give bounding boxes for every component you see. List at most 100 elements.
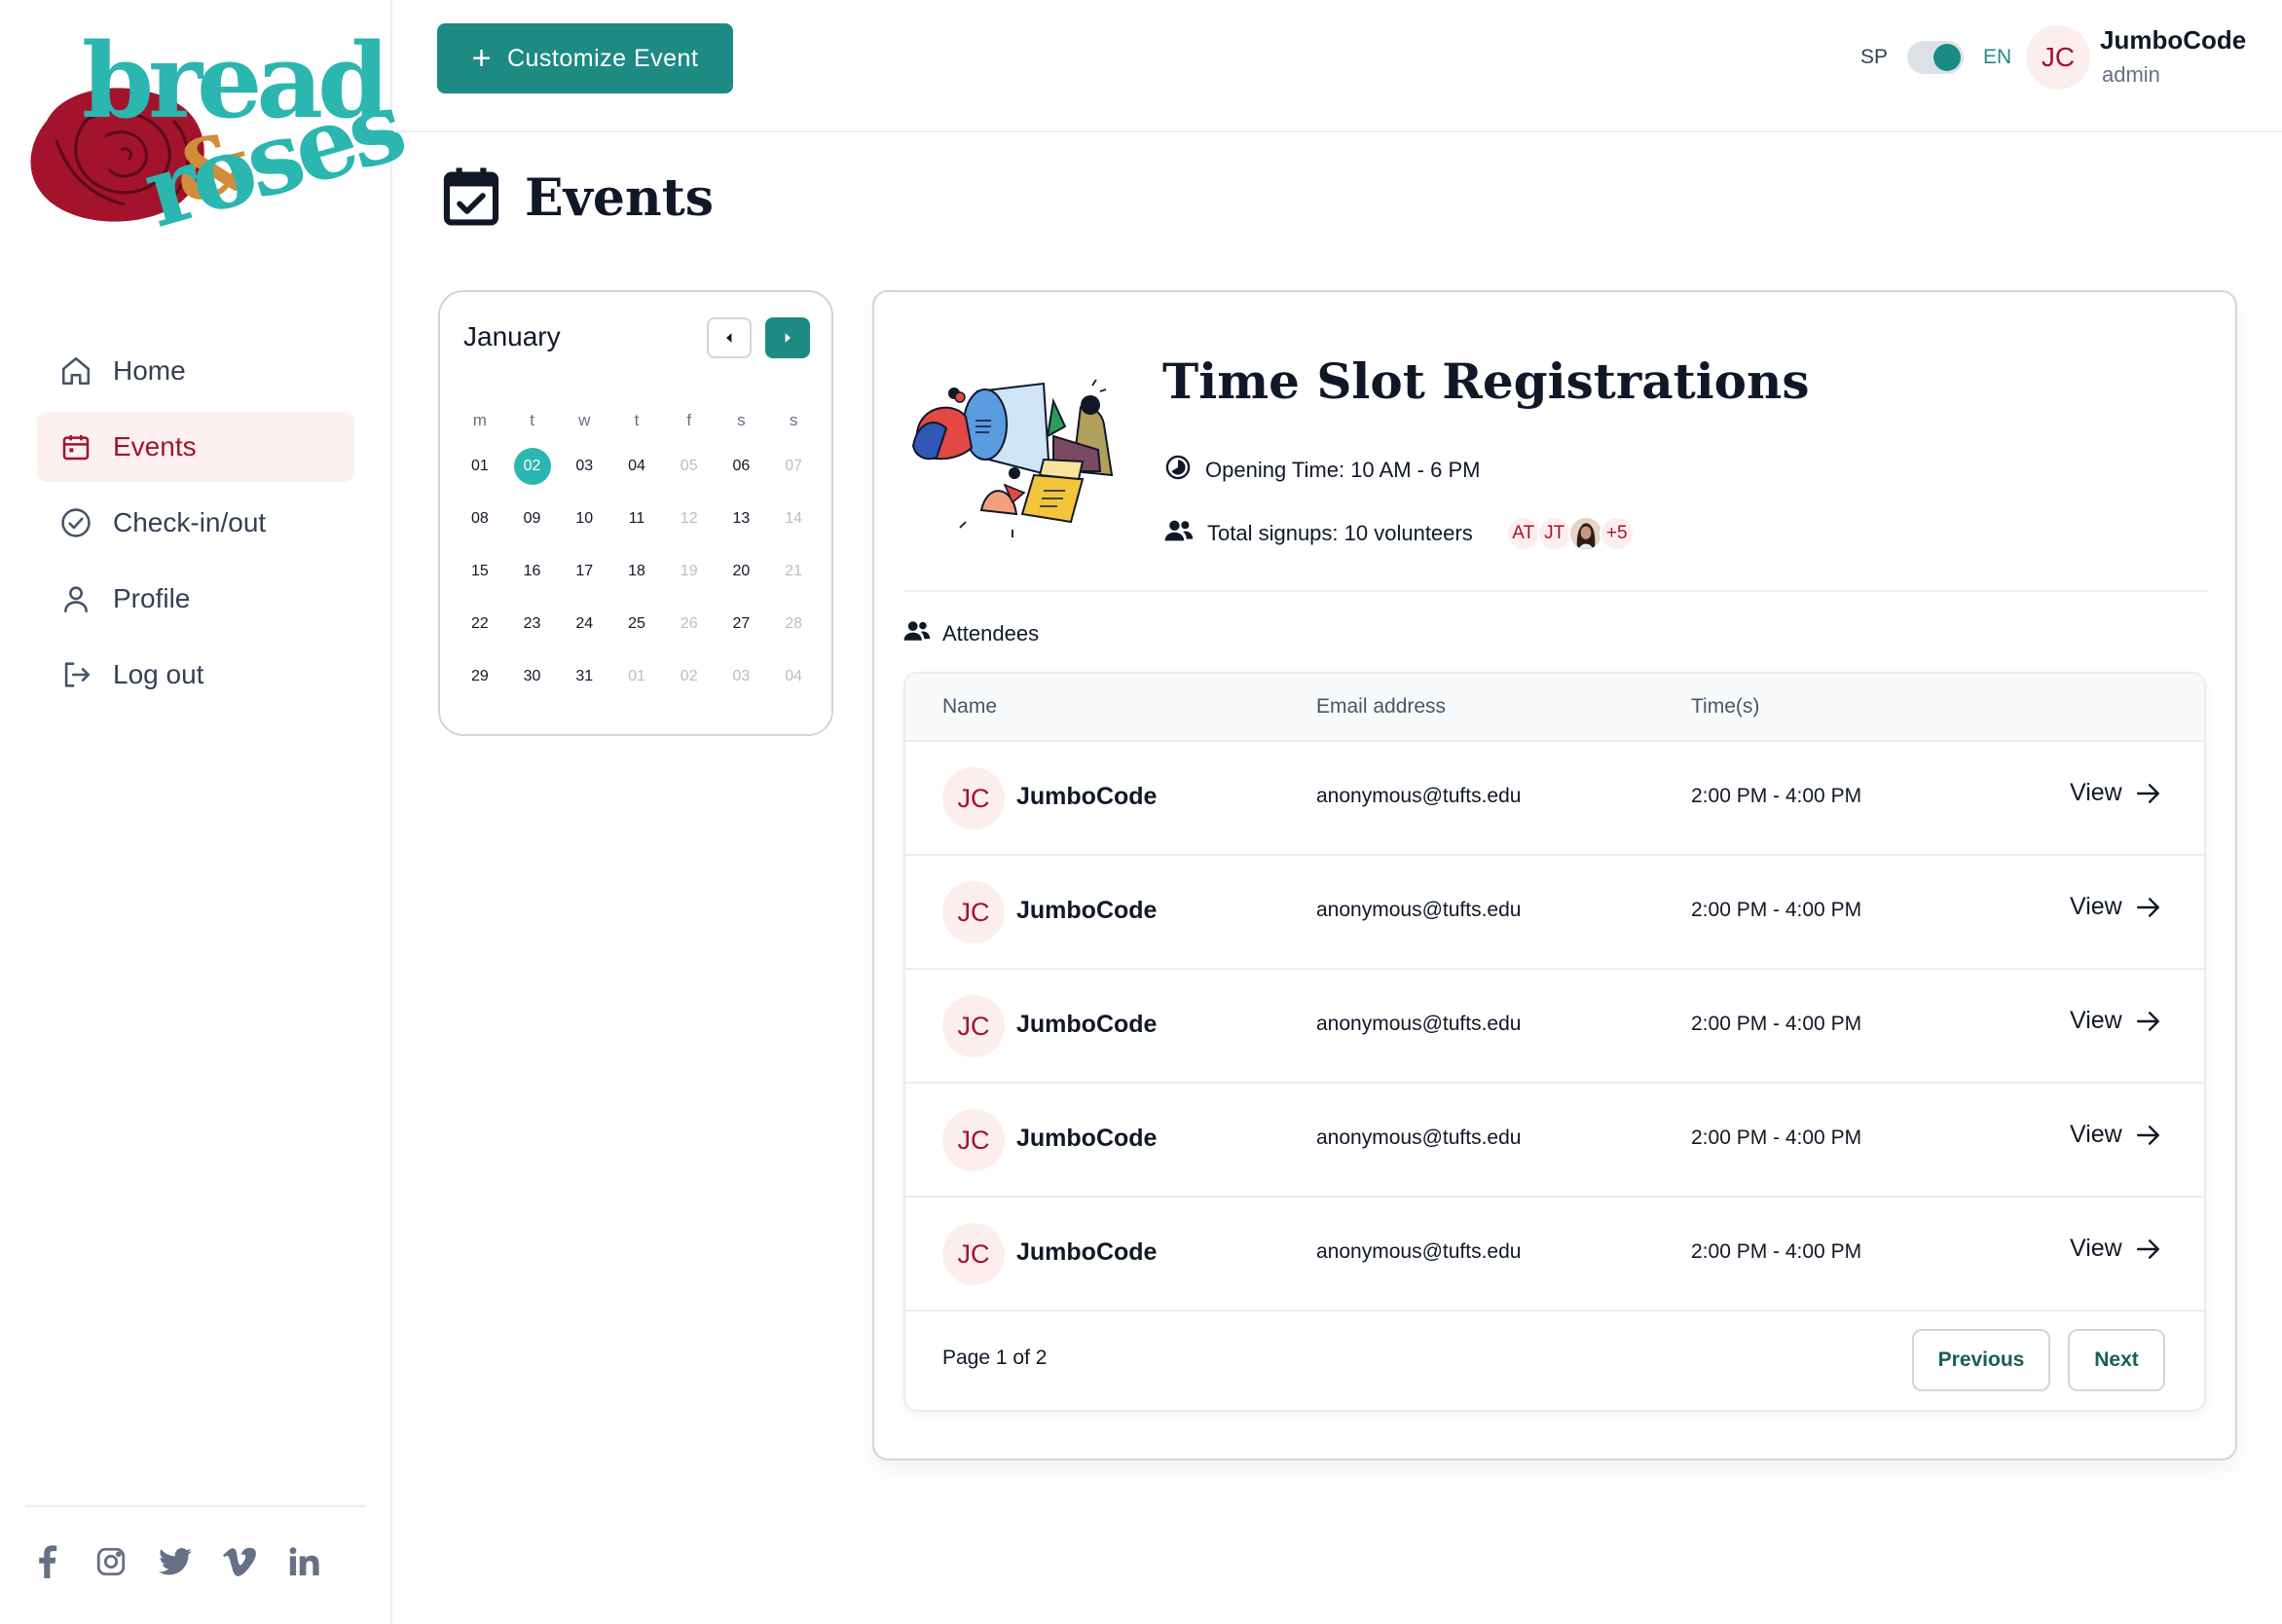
calendar-day[interactable]: 23 bbox=[506, 606, 559, 643]
instagram-icon[interactable] bbox=[93, 1544, 129, 1579]
calendar-day[interactable]: 25 bbox=[610, 606, 663, 643]
calendar-day[interactable]: 09 bbox=[506, 500, 559, 537]
calendar-day[interactable]: 04 bbox=[610, 448, 663, 485]
calendar-day-number: 31 bbox=[575, 668, 594, 684]
bread-and-roses-logo[interactable]: bread & roses bbox=[27, 29, 412, 277]
vimeo-icon[interactable] bbox=[222, 1544, 257, 1579]
calendar-day[interactable]: 14 bbox=[767, 500, 820, 537]
calendar-day[interactable]: 18 bbox=[610, 553, 663, 590]
facebook-icon[interactable] bbox=[29, 1544, 64, 1579]
calendar-day[interactable]: 12 bbox=[663, 500, 716, 537]
calendar-day[interactable]: 30 bbox=[506, 658, 559, 695]
calendar-day[interactable]: 01 bbox=[610, 658, 663, 695]
calendar-week-row: 01 02 03 04 05 06 07 bbox=[454, 440, 820, 493]
calendar-grid: m t w t f s s 01 02 03 04 05 06 07 08 09 10 11 12 13 14 15 16 1… bbox=[454, 401, 820, 703]
calendar-day-number: 06 bbox=[732, 458, 751, 474]
calendar-day[interactable]: 02 bbox=[663, 658, 716, 695]
calendar-day[interactable]: 20 bbox=[716, 553, 768, 590]
sidebar-item-label: Home bbox=[113, 355, 186, 386]
calendar-day[interactable]: 01 bbox=[454, 448, 506, 485]
calendar-day[interactable]: 07 bbox=[767, 448, 820, 485]
calendar-day-number: 13 bbox=[732, 510, 751, 527]
attendee-time: 2:00 PM - 4:00 PM bbox=[1691, 899, 1862, 921]
calendar-day-number: 22 bbox=[470, 615, 489, 632]
calendar-day[interactable]: 19 bbox=[663, 553, 716, 590]
view-button[interactable]: View bbox=[2070, 1235, 2161, 1263]
sidebar-item-profile[interactable]: Profile bbox=[37, 564, 354, 634]
view-button[interactable]: View bbox=[2070, 1007, 2161, 1035]
calendar-day-number: 27 bbox=[732, 615, 751, 632]
page-indicator: Page 1 of 2 bbox=[942, 1347, 1048, 1369]
customize-event-button[interactable]: + Customize Event bbox=[437, 23, 733, 93]
column-header-times[interactable]: Time(s) bbox=[1691, 695, 1759, 719]
arrow-right-icon bbox=[2136, 897, 2159, 917]
calendar-day[interactable]: 03 bbox=[558, 448, 610, 485]
attendee-time: 2:00 PM - 4:00 PM bbox=[1691, 1240, 1862, 1263]
avatar: JC bbox=[942, 1223, 1005, 1285]
calendar-day[interactable]: 08 bbox=[454, 500, 506, 537]
user-avatar[interactable]: JC bbox=[2026, 25, 2090, 90]
avatar-more-count: +5 bbox=[1599, 516, 1635, 551]
calendar-day-number: 12 bbox=[680, 510, 698, 527]
sidebar-item-events[interactable]: Events bbox=[37, 412, 354, 482]
attendee-email: anonymous@tufts.edu bbox=[1316, 899, 1522, 921]
column-header-email[interactable]: Email address bbox=[1316, 695, 1446, 719]
calendar-day[interactable]: 04 bbox=[767, 658, 820, 695]
section-divider bbox=[903, 590, 2208, 592]
plus-icon: + bbox=[471, 40, 492, 77]
avatar: JC bbox=[942, 881, 1005, 943]
attendee-email: anonymous@tufts.edu bbox=[1316, 1126, 1522, 1149]
calendar-day[interactable]: 15 bbox=[454, 553, 506, 590]
calendar-day-number: 02 bbox=[513, 448, 551, 485]
column-header-name[interactable]: Name bbox=[942, 695, 997, 719]
calendar-day[interactable]: 03 bbox=[716, 658, 768, 695]
calendar-day[interactable]: 05 bbox=[663, 448, 716, 485]
calendar-day-number: 02 bbox=[680, 668, 698, 684]
calendar-day[interactable]: 11 bbox=[610, 500, 663, 537]
calendar-day[interactable]: 16 bbox=[506, 553, 559, 590]
page-title: Events bbox=[525, 168, 715, 228]
megaphone-illustration bbox=[911, 379, 1114, 537]
sidebar-item-log-out[interactable]: Log out bbox=[37, 640, 354, 710]
view-button[interactable]: View bbox=[2070, 1121, 2161, 1149]
view-button[interactable]: View bbox=[2070, 779, 2161, 807]
sidebar-divider bbox=[25, 1505, 366, 1507]
sidebar-item-home[interactable]: Home bbox=[37, 336, 354, 406]
calendar-day[interactable]: 10 bbox=[558, 500, 610, 537]
calendar-day-number: 17 bbox=[575, 563, 594, 579]
linkedin-icon[interactable] bbox=[286, 1544, 321, 1579]
calendar-widget: January m t w t f s s 01 02 03 04 05 06 07 08 09 10 11 12 1… bbox=[438, 290, 833, 736]
calendar-day[interactable]: 26 bbox=[663, 606, 716, 643]
next-page-button[interactable]: Next bbox=[2068, 1329, 2165, 1391]
calendar-day[interactable]: 27 bbox=[716, 606, 768, 643]
twitter-icon[interactable] bbox=[158, 1544, 193, 1579]
calendar-day[interactable]: 29 bbox=[454, 658, 506, 695]
user-icon bbox=[58, 581, 93, 616]
calendar-day[interactable]: 22 bbox=[454, 606, 506, 643]
view-button[interactable]: View bbox=[2070, 893, 2161, 921]
calendar-day[interactable]: 28 bbox=[767, 606, 820, 643]
calendar-day-number: 26 bbox=[680, 615, 698, 632]
calendar-day[interactable]: 13 bbox=[716, 500, 768, 537]
calendar-day[interactable]: 24 bbox=[558, 606, 610, 643]
attendee-time: 2:00 PM - 4:00 PM bbox=[1691, 785, 1862, 807]
arrow-right-icon bbox=[2136, 1238, 2159, 1259]
calendar-day-number: 01 bbox=[628, 668, 645, 684]
signup-avatars[interactable]: AT JT +5 bbox=[1505, 516, 1635, 551]
lang-sp-label[interactable]: SP bbox=[1860, 46, 1888, 69]
avatar: JC bbox=[942, 1109, 1005, 1171]
lang-en-label[interactable]: EN bbox=[1983, 46, 2011, 69]
sidebar-item-check-in-out[interactable]: Check-in/out bbox=[37, 488, 354, 558]
table-header: Name Email address Time(s) bbox=[905, 674, 2204, 742]
calendar-day[interactable]: 31 bbox=[558, 658, 610, 695]
previous-page-button[interactable]: Previous bbox=[1912, 1329, 2050, 1391]
calendar-next-button[interactable] bbox=[765, 317, 810, 358]
calendar-day[interactable]: 17 bbox=[558, 553, 610, 590]
calendar-prev-button[interactable] bbox=[707, 317, 752, 358]
calendar-day[interactable]: 21 bbox=[767, 553, 820, 590]
calendar-day-selected[interactable]: 02 bbox=[506, 448, 559, 485]
calendar-day[interactable]: 06 bbox=[716, 448, 768, 485]
calendar-week-row: 08 09 10 11 12 13 14 bbox=[454, 493, 820, 545]
language-toggle[interactable] bbox=[1907, 41, 1965, 74]
arrow-right-icon bbox=[2136, 1125, 2159, 1145]
